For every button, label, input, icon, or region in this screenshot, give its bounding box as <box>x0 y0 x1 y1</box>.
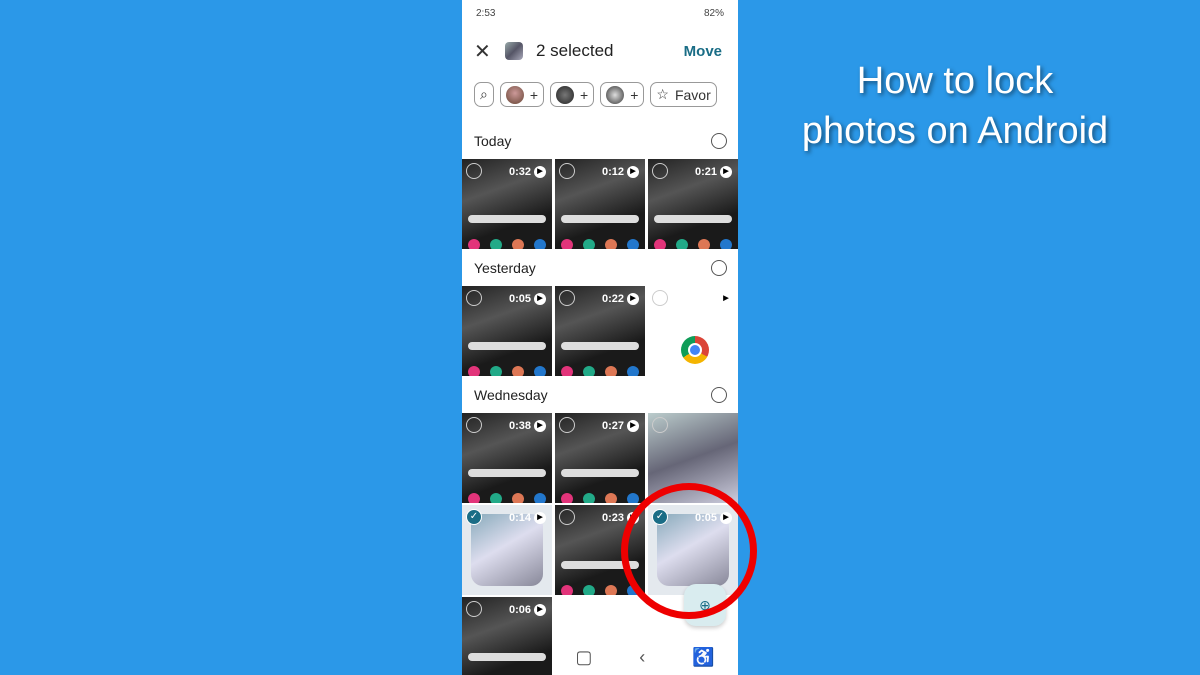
person-chip[interactable]: + <box>550 82 595 107</box>
search-bar-preview <box>561 469 639 477</box>
favorites-chip[interactable]: ☆ Favor <box>650 82 717 107</box>
media-item[interactable]: 0:46 ▶ <box>648 286 738 376</box>
select-circle[interactable] <box>466 417 482 433</box>
select-circle[interactable] <box>559 290 575 306</box>
select-circle[interactable] <box>652 417 668 433</box>
play-icon: ▶ <box>627 166 639 178</box>
video-duration: 0:46 ▶ <box>695 293 732 305</box>
video-duration: 0:12 ▶ <box>602 166 639 178</box>
play-icon: ▶ <box>627 293 639 305</box>
play-icon: ▶ <box>720 293 732 305</box>
select-circle[interactable] <box>466 601 482 617</box>
photo-thumbnail <box>471 514 543 586</box>
app-icons <box>654 239 732 249</box>
media-item[interactable]: 0:12 ▶ <box>555 159 645 249</box>
section-label: Wednesday <box>474 387 548 403</box>
search-chip[interactable]: ⌕ <box>474 82 494 107</box>
app-icons <box>561 366 639 376</box>
app-icons <box>468 239 546 249</box>
accessibility-icon[interactable]: ♿ <box>692 647 714 668</box>
select-circle[interactable] <box>652 290 668 306</box>
selection-count: 2 selected <box>536 41 614 60</box>
play-icon: ▶ <box>720 166 732 178</box>
media-item[interactable]: 0:05 ▶ <box>462 286 552 376</box>
favorites-label: Favor <box>674 86 711 103</box>
media-item[interactable]: 0:38 ▶ <box>462 413 552 503</box>
video-duration: 0:38 ▶ <box>509 420 546 432</box>
app-icons <box>561 493 639 503</box>
select-circle[interactable] <box>559 163 575 179</box>
close-icon[interactable]: ✕ <box>474 39 494 64</box>
app-icons <box>468 493 546 503</box>
search-bar-preview <box>468 215 546 223</box>
select-circle[interactable] <box>559 417 575 433</box>
media-item[interactable]: 0:21 ▶ <box>648 159 738 249</box>
select-circle[interactable] <box>466 290 482 306</box>
selection-toolbar: ✕ 2 selected Move <box>462 36 738 66</box>
section-header: Today <box>462 126 738 156</box>
selection-thumbnail <box>505 42 523 60</box>
video-duration: 0:05 ▶ <box>509 293 546 305</box>
status-bar: 2:53 82% <box>476 8 724 19</box>
search-bar-preview <box>561 342 639 350</box>
play-icon: ▶ <box>627 420 639 432</box>
plus-icon: + <box>529 86 539 103</box>
headline-line-2: photos on Android <box>801 110 1109 152</box>
back-icon[interactable]: ‹ <box>639 647 645 668</box>
media-item[interactable]: 0:32 ▶ <box>462 159 552 249</box>
media-item[interactable]: 0:22 ▶ <box>555 286 645 376</box>
app-icons <box>468 366 546 376</box>
home-icon[interactable]: ▢ <box>575 647 592 668</box>
play-icon: ▶ <box>534 604 546 616</box>
highlight-circle <box>621 483 757 619</box>
avatar <box>556 85 575 104</box>
media-item[interactable]: 0:27 ▶ <box>555 413 645 503</box>
move-button[interactable]: Move <box>684 43 722 60</box>
search-bar-preview <box>468 342 546 350</box>
video-duration: 0:32 ▶ <box>509 166 546 178</box>
navigation-bar: ▢ ‹ ♿ <box>462 640 738 675</box>
play-icon: ▶ <box>534 420 546 432</box>
play-icon: ▶ <box>534 293 546 305</box>
checkmark-icon[interactable]: ✓ <box>466 509 482 525</box>
section-header: Wednesday <box>462 380 738 410</box>
video-duration: 0:14 ▶ <box>509 512 546 524</box>
video-duration: 0:21 ▶ <box>695 166 732 178</box>
app-icons <box>561 585 639 595</box>
search-bar-preview <box>561 215 639 223</box>
headline: How to lock photos on Android <box>770 56 1140 156</box>
video-duration: 0:06 ▶ <box>509 604 546 616</box>
section-label: Today <box>474 133 512 149</box>
person-chip[interactable]: + <box>499 82 545 107</box>
play-icon: ▶ <box>534 512 546 524</box>
filter-chips: ⌕ + + + ☆ Favor <box>474 82 717 107</box>
chrome-logo-icon <box>681 336 709 364</box>
plus-icon: + <box>580 86 589 103</box>
media-item[interactable]: ✓ 0:14 ▶ <box>462 505 552 595</box>
person-chip[interactable]: + <box>600 82 645 107</box>
select-circle[interactable] <box>652 163 668 179</box>
app-icons <box>561 239 639 249</box>
star-icon: ☆ <box>656 86 669 102</box>
video-duration: 0:27 ▶ <box>602 420 639 432</box>
plus-icon: + <box>630 86 639 103</box>
search-icon: ⌕ <box>480 86 488 102</box>
section-label: Yesterday <box>474 260 536 276</box>
avatar <box>606 85 625 104</box>
select-circle[interactable] <box>559 509 575 525</box>
video-duration: 0:22 ▶ <box>602 293 639 305</box>
select-circle[interactable] <box>466 163 482 179</box>
play-icon: ▶ <box>534 166 546 178</box>
select-section-radio[interactable] <box>711 260 727 276</box>
search-bar-preview <box>654 215 732 223</box>
select-section-radio[interactable] <box>711 133 727 149</box>
avatar <box>505 85 524 104</box>
select-section-radio[interactable] <box>711 387 727 403</box>
section-header: Yesterday <box>462 253 738 283</box>
battery-level: 82% <box>703 8 724 19</box>
status-time: 2:53 <box>476 8 496 19</box>
headline-line-1: How to lock <box>856 60 1054 102</box>
search-bar-preview <box>468 469 546 477</box>
